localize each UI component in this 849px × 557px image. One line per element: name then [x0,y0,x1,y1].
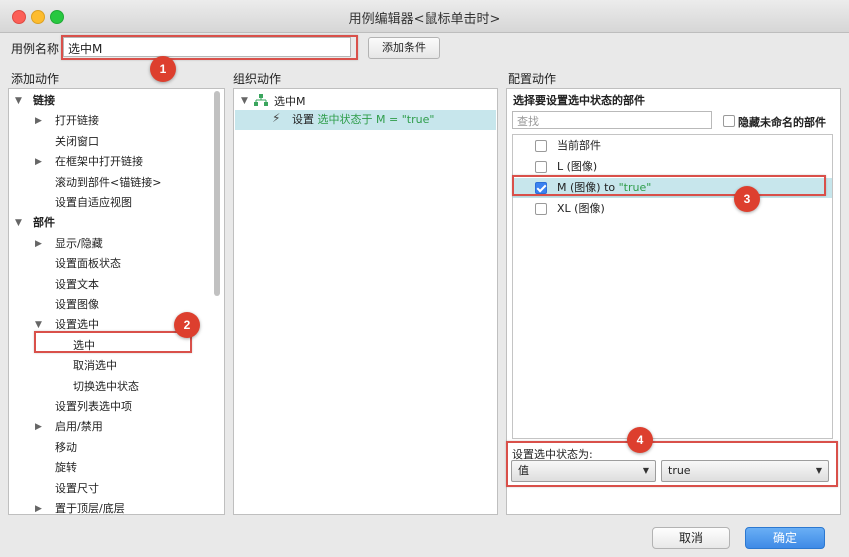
callout-box-4 [506,441,838,487]
tree-expand-arrow-icon[interactable]: ▶ [35,504,42,514]
window-title: 用例编辑器<鼠标单击时> [348,12,501,27]
callout-badge-4: 4 [627,427,653,453]
add-condition-button[interactable]: 添加条件 [368,37,440,59]
action-prefix: 设置 [292,113,314,126]
organize-action-panel: ▼ 选中M ⚡ 设置 选中状态于 M = "true" [233,88,498,515]
widget-list-item[interactable]: XL (图像) [513,199,832,219]
configure-title: 选择要设置选中状态的部件 [513,94,645,107]
action-tree-item[interactable]: 置于顶层/底层 [55,499,125,514]
case-name-label: 用例名称 [11,42,60,56]
callout-box-1 [61,35,358,60]
tree-expand-arrow-icon[interactable]: ▼ [15,96,22,106]
widget-search-input[interactable]: 查找 [512,111,712,129]
callout-badge-1: 1 [150,56,176,82]
tree-expand-arrow-icon[interactable]: ▶ [35,116,42,126]
callout-box-2 [34,331,192,353]
action-tree-item[interactable]: 部件 [33,213,55,233]
widget-label: XL (图像) [557,199,605,219]
cancel-button[interactable]: 取消 [652,527,730,549]
callout-badge-3: 3 [734,186,760,212]
action-tree-item[interactable]: 切换选中状态 [73,377,139,397]
action-tree-item[interactable]: 设置图像 [55,295,99,315]
action-tree-item[interactable]: 移动 [55,438,77,458]
widget-name: 当前部件 [557,139,601,152]
widget-name: L (图像) [557,160,598,173]
callout-badge-2: 2 [174,312,200,338]
widget-list-item[interactable]: L (图像) [513,157,832,177]
scrollbar-thumb[interactable] [214,91,220,296]
action-tree-item[interactable]: 设置自适应视图 [55,193,132,213]
widget-checkbox[interactable] [535,161,547,173]
tree-scrollbar[interactable] [213,91,221,511]
tree-expand-arrow-icon[interactable]: ▼ [15,218,22,228]
tree-expand-arrow-icon[interactable]: ▼ [35,320,42,330]
widget-list-item[interactable]: 当前部件 [513,136,832,156]
ok-button[interactable]: 确定 [745,527,825,549]
action-tree-panel: ▼ 链接 ▶ 打开链接 关闭窗口 ▶ 在框架中打开链接 滚动到部件<锚链接> 设置自适应视图 ▼ 部… [8,88,225,515]
action-tree-item[interactable]: 启用/禁用 [55,417,103,437]
action-tree-item[interactable]: 设置尺寸 [55,479,99,499]
action-tree-item[interactable]: 链接 [33,91,55,111]
tree-expand-arrow-icon[interactable]: ▶ [35,157,42,167]
configure-action-label: 配置动作 [508,72,557,86]
action-tree-item[interactable]: 打开链接 [55,111,99,131]
tree-expand-arrow-icon[interactable]: ▶ [35,422,42,432]
lightning-icon: ⚡ [272,111,281,125]
widget-label: L (图像) [557,157,597,177]
hide-unnamed-label: 隐藏未命名的部件 [738,116,826,129]
widget-checkbox[interactable] [535,203,547,215]
title-bar: 用例编辑器<鼠标单击时> [0,0,849,33]
action-tree-item[interactable]: 在框架中打开链接 [55,152,143,172]
action-tree-item[interactable]: 设置面板状态 [55,254,121,274]
organize-action-label: 组织动作 [233,72,282,86]
collapse-arrow-icon[interactable]: ▼ [241,96,248,106]
widget-checkbox[interactable] [535,140,547,152]
action-description[interactable]: 设置 选中状态于 M = "true" [292,110,434,130]
action-tree-item[interactable]: 滚动到部件<锚链接> [55,173,161,193]
widget-name: XL (图像) [557,202,605,215]
action-tree-item[interactable]: 设置列表选中项 [55,397,132,417]
case-title[interactable]: 选中M [274,93,306,111]
action-tree-item[interactable]: 显示/隐藏 [55,234,103,254]
tree-expand-arrow-icon[interactable]: ▶ [35,239,42,249]
hide-unnamed-checkbox[interactable] [723,115,735,127]
action-tree-item[interactable]: 旋转 [55,458,77,478]
action-tree-item[interactable]: 设置文本 [55,275,99,295]
action-detail: 选中状态于 M = "true" [317,113,435,126]
action-tree-item[interactable]: 关闭窗口 [55,132,99,152]
action-tree-item[interactable]: 取消选中 [73,356,117,376]
add-action-label: 添加动作 [11,72,60,86]
widget-label: 当前部件 [557,136,601,156]
case-tree-icon [254,94,268,106]
callout-box-3 [512,175,826,196]
